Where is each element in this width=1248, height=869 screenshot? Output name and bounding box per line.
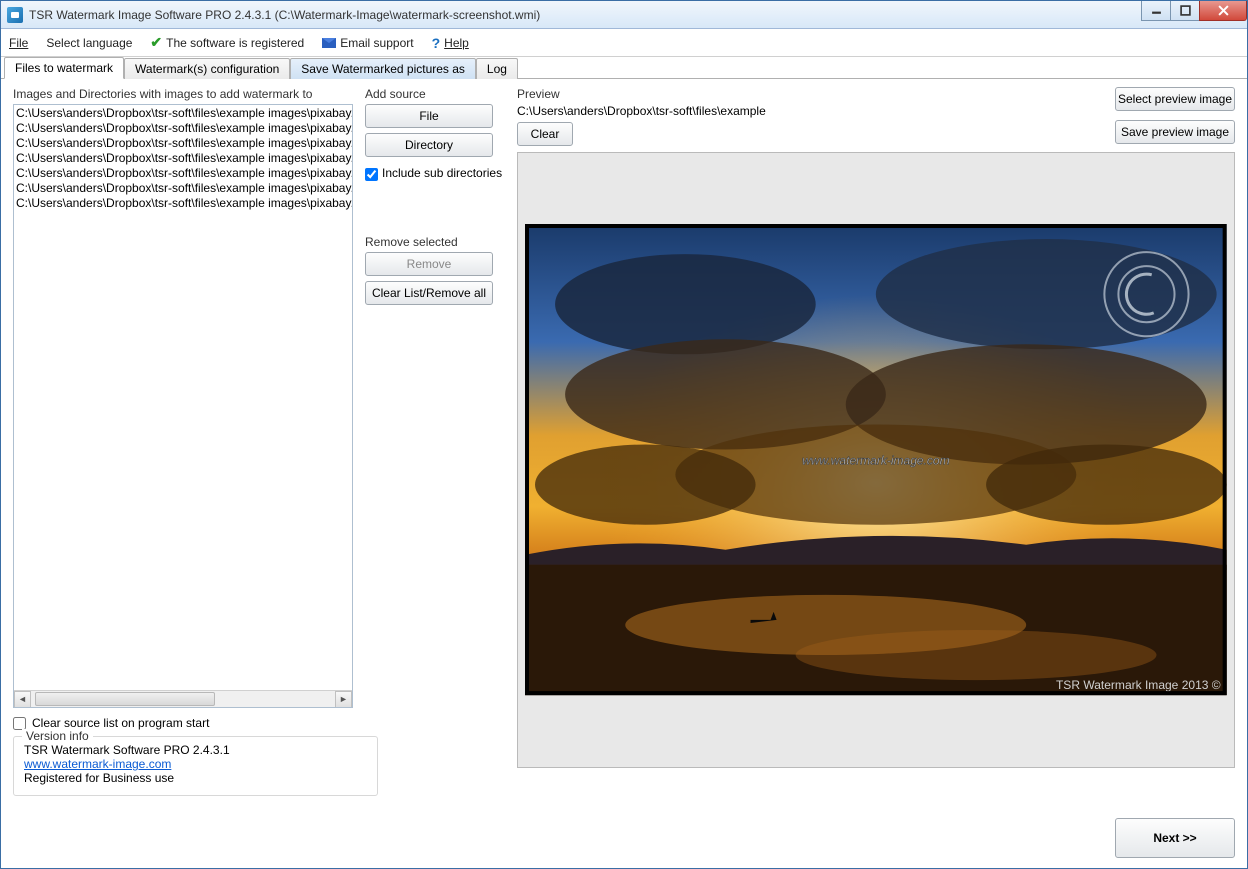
minimize-button[interactable] (1141, 1, 1171, 21)
add-source-label: Add source (365, 87, 505, 101)
preview-path: C:\Users\anders\Dropbox\tsr-soft\files\e… (517, 104, 1115, 118)
menu-email[interactable]: Email support (322, 36, 413, 50)
version-line3: Registered for Business use (24, 771, 367, 785)
corner-credit: TSR Watermark Image 2013 © (1056, 679, 1221, 693)
list-item[interactable]: C:\Users\anders\Dropbox\tsr-soft\files\e… (16, 136, 350, 151)
app-icon (7, 7, 23, 23)
clear-source-row[interactable]: Clear source list on program start (13, 716, 505, 730)
mail-icon (322, 38, 336, 48)
next-button[interactable]: Next >> (1115, 818, 1235, 858)
clear-source-label: Clear source list on program start (32, 716, 209, 730)
version-link[interactable]: www.watermark-image.com (24, 757, 171, 771)
scroll-left-icon[interactable]: ◄ (14, 691, 31, 708)
right-column: Preview C:\Users\anders\Dropbox\tsr-soft… (517, 87, 1235, 858)
add-file-button[interactable]: File (365, 104, 493, 128)
list-item[interactable]: C:\Users\anders\Dropbox\tsr-soft\files\e… (16, 106, 350, 121)
scroll-right-icon[interactable]: ► (335, 691, 352, 708)
left-column: Images and Directories with images to ad… (13, 87, 353, 708)
list-item[interactable]: C:\Users\anders\Dropbox\tsr-soft\files\e… (16, 121, 350, 136)
window-title: TSR Watermark Image Software PRO 2.4.3.1… (29, 8, 1142, 22)
add-directory-button[interactable]: Directory (365, 133, 493, 157)
include-sub-row[interactable]: Include sub directories (365, 166, 505, 181)
window-buttons (1142, 1, 1247, 28)
remove-button[interactable]: Remove (365, 252, 493, 276)
maximize-button[interactable] (1170, 1, 1200, 21)
list-item[interactable]: C:\Users\anders\Dropbox\tsr-soft\files\e… (16, 151, 350, 166)
menu-registered[interactable]: ✔The software is registered (150, 34, 304, 51)
sunset-image: www.watermark-image.com TSR Watermark Im… (525, 224, 1227, 695)
list-item[interactable]: C:\Users\anders\Dropbox\tsr-soft\files\e… (16, 166, 350, 181)
menu-language[interactable]: Select language (46, 36, 132, 50)
tab-log[interactable]: Log (476, 58, 518, 79)
tab-bar: Files to watermark Watermark(s) configur… (1, 57, 1247, 79)
save-preview-button[interactable]: Save preview image (1115, 120, 1235, 144)
version-legend: Version info (22, 729, 93, 743)
tab-save[interactable]: Save Watermarked pictures as (290, 58, 476, 79)
remove-selected-label: Remove selected (365, 235, 505, 249)
preview-image: www.watermark-image.com TSR Watermark Im… (517, 152, 1235, 768)
app-window: TSR Watermark Image Software PRO 2.4.3.1… (0, 0, 1248, 869)
scroll-thumb[interactable] (35, 692, 215, 706)
menubar: File Select language ✔The software is re… (1, 29, 1247, 57)
tab-files[interactable]: Files to watermark (4, 57, 124, 79)
watermark-text: www.watermark-image.com (802, 454, 950, 468)
close-button[interactable] (1199, 1, 1247, 21)
clear-source-checkbox[interactable] (13, 717, 26, 730)
check-icon: ✔ (150, 34, 162, 51)
version-line1: TSR Watermark Software PRO 2.4.3.1 (24, 743, 367, 757)
h-scrollbar[interactable]: ◄ ► (14, 690, 352, 707)
include-sub-checkbox[interactable] (365, 168, 378, 181)
clear-all-button[interactable]: Clear List/Remove all (365, 281, 493, 305)
content: Images and Directories with images to ad… (1, 79, 1247, 868)
list-item[interactable]: C:\Users\anders\Dropbox\tsr-soft\files\e… (16, 181, 350, 196)
select-preview-button[interactable]: Select preview image (1115, 87, 1235, 111)
clear-preview-button[interactable]: Clear (517, 122, 573, 146)
menu-file[interactable]: File (9, 36, 28, 50)
version-box: Version info TSR Watermark Software PRO … (13, 736, 378, 796)
help-icon: ? (432, 35, 441, 51)
menu-help[interactable]: ?Help (432, 35, 469, 51)
include-sub-label: Include sub directories (382, 166, 502, 180)
preview-label: Preview (517, 87, 1115, 101)
list-item[interactable]: C:\Users\anders\Dropbox\tsr-soft\files\e… (16, 196, 350, 211)
file-list-label: Images and Directories with images to ad… (13, 87, 353, 101)
mid-column: Add source File Directory Include sub di… (365, 87, 505, 708)
tab-config[interactable]: Watermark(s) configuration (124, 58, 290, 79)
titlebar: TSR Watermark Image Software PRO 2.4.3.1… (1, 1, 1247, 29)
file-list[interactable]: C:\Users\anders\Dropbox\tsr-soft\files\e… (13, 104, 353, 708)
